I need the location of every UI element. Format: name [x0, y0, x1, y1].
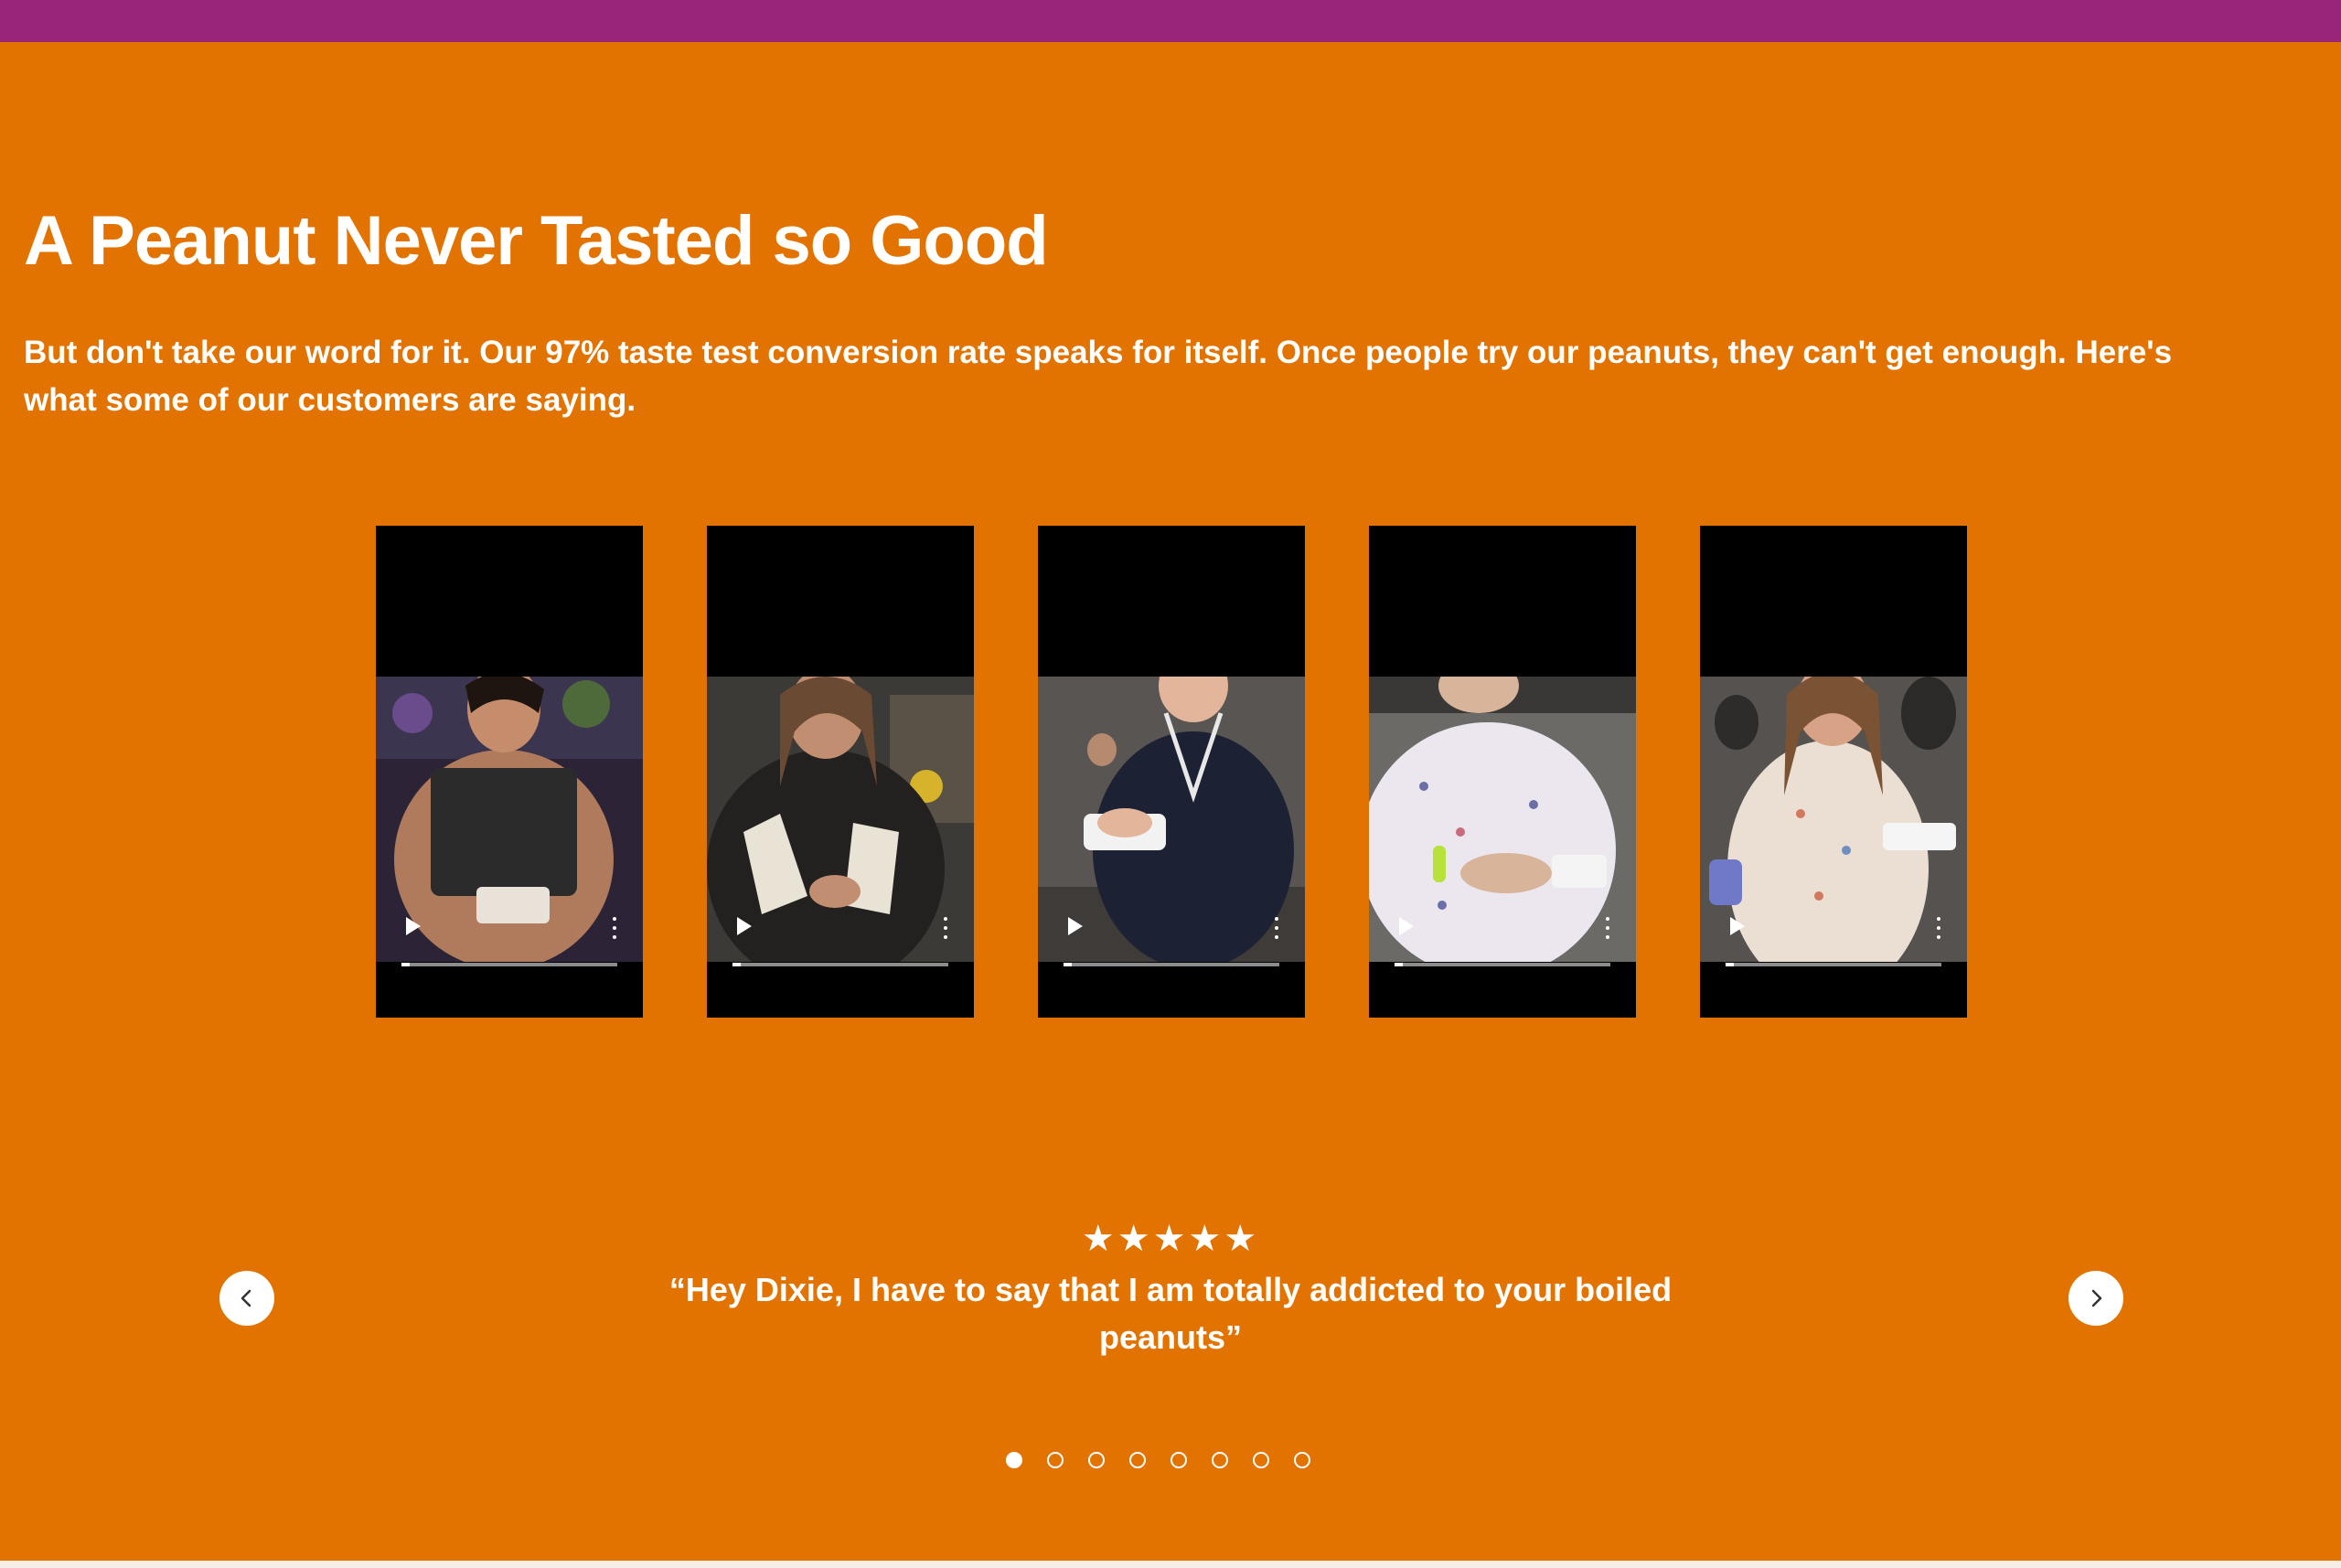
video-progress[interactable] [401, 963, 617, 966]
video-progress[interactable] [732, 963, 948, 966]
video-progress[interactable] [1726, 963, 1941, 966]
play-icon[interactable] [1730, 917, 1745, 935]
section-intro: But don't take our word for it. Our 97% … [24, 335, 2173, 418]
video-card[interactable] [1038, 526, 1305, 1018]
video-card[interactable] [707, 526, 974, 1018]
video-carousel [376, 526, 1967, 1019]
carousel-dot[interactable] [1294, 1452, 1310, 1468]
prev-button[interactable] [219, 1271, 274, 1326]
testimonial-quote: “Hey Dixie, I have to say that I am tota… [668, 1271, 1673, 1356]
more-options-icon[interactable] [1267, 915, 1286, 941]
play-icon[interactable] [737, 917, 752, 935]
next-button[interactable] [2068, 1271, 2123, 1326]
carousel-dot[interactable] [1212, 1452, 1228, 1468]
star-rating: ★★★★★ [1081, 1219, 1260, 1259]
more-options-icon[interactable] [605, 915, 624, 941]
video-card[interactable] [1369, 526, 1636, 1018]
more-options-icon[interactable] [936, 915, 955, 941]
more-options-icon[interactable] [1598, 915, 1617, 941]
video-progress[interactable] [1395, 963, 1610, 966]
video-card[interactable] [1700, 526, 1967, 1018]
section-divider [0, 1561, 2341, 1568]
carousel-dot[interactable] [1088, 1452, 1105, 1468]
carousel-dot[interactable] [1006, 1452, 1022, 1468]
play-icon[interactable] [1068, 917, 1083, 935]
play-icon[interactable] [1399, 917, 1414, 935]
carousel-dot[interactable] [1129, 1452, 1146, 1468]
video-progress[interactable] [1064, 963, 1279, 966]
carousel-dot[interactable] [1253, 1452, 1269, 1468]
more-options-icon[interactable] [1929, 915, 1948, 941]
top-bar [0, 0, 2341, 42]
carousel-dot[interactable] [1047, 1452, 1064, 1468]
chevron-left-icon [241, 1289, 251, 1307]
carousel-dot[interactable] [1170, 1452, 1187, 1468]
play-icon[interactable] [406, 917, 421, 935]
section-title: A Peanut Never Tasted so Good [24, 202, 1049, 280]
chevron-right-icon [2091, 1289, 2102, 1307]
video-card[interactable] [376, 526, 643, 1018]
